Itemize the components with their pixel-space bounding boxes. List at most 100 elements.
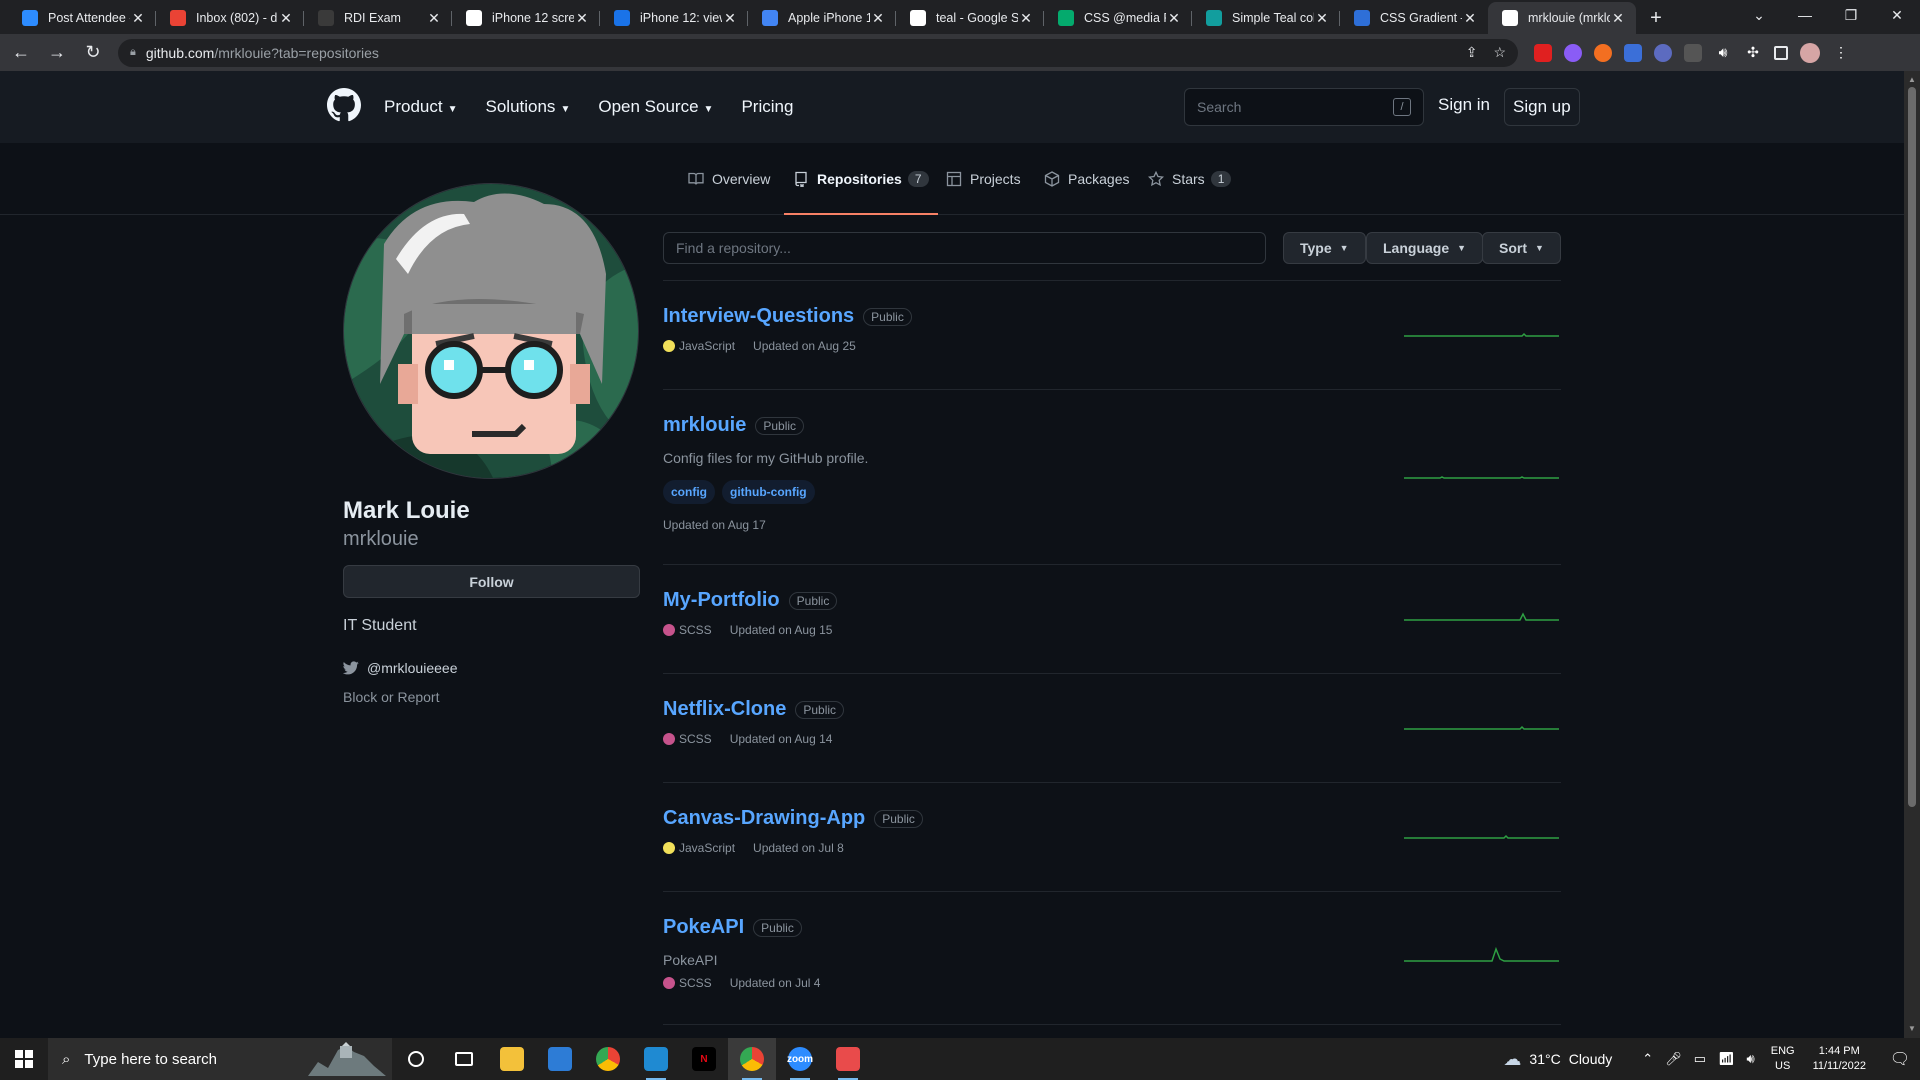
- language-filter-button[interactable]: Language ▼: [1366, 232, 1484, 264]
- nav-item-open-source[interactable]: Open Source ▼: [598, 97, 713, 117]
- tab-stars[interactable]: Stars 1: [1147, 165, 1232, 215]
- repo-name-link[interactable]: Canvas-Drawing-App: [663, 807, 865, 830]
- tab-search-icon[interactable]: ⌄: [1736, 0, 1782, 30]
- search-input[interactable]: Search /: [1184, 88, 1424, 126]
- input-language[interactable]: ENG US: [1771, 1044, 1795, 1074]
- new-tab-button[interactable]: +: [1636, 2, 1676, 34]
- browser-tab[interactable]: Inbox (802) - du ✕: [156, 2, 304, 34]
- close-tab-icon[interactable]: ✕: [1610, 10, 1626, 27]
- bookmark-star-icon[interactable]: ☆: [1493, 44, 1506, 61]
- twitter-link[interactable]: @mrklouieeee: [343, 660, 457, 676]
- chrome-icon[interactable]: [584, 1038, 632, 1080]
- browser-tab[interactable]: RDI Exam ✕: [304, 2, 452, 34]
- nav-item-pricing[interactable]: Pricing: [741, 97, 793, 117]
- chrome-profile-icon[interactable]: [728, 1038, 776, 1080]
- repo-name-link[interactable]: Interview-Questions: [663, 305, 854, 328]
- side-panel-icon[interactable]: [1774, 45, 1788, 60]
- weather-widget[interactable]: ☁︎ 31°C Cloudy: [1503, 1049, 1612, 1070]
- close-tab-icon[interactable]: ✕: [722, 10, 738, 27]
- display-icon[interactable]: ▭: [1694, 1051, 1706, 1067]
- sign-up-button[interactable]: Sign up: [1504, 88, 1580, 126]
- scroll-down-icon[interactable]: ▼: [1904, 1022, 1920, 1036]
- close-tab-icon[interactable]: ✕: [870, 10, 886, 27]
- forward-icon[interactable]: →: [42, 38, 72, 68]
- close-window-icon[interactable]: ✕: [1874, 0, 1920, 30]
- tab-projects[interactable]: Projects: [946, 165, 1021, 215]
- browser-tab[interactable]: iPhone 12: view ✕: [600, 2, 748, 34]
- restore-icon[interactable]: ❐: [1828, 0, 1874, 30]
- topic-tag[interactable]: config: [663, 480, 715, 504]
- chevron-up-icon[interactable]: ⌃: [1642, 1051, 1653, 1067]
- repo-name-link[interactable]: mrklouie: [663, 414, 746, 437]
- minimize-icon[interactable]: —: [1782, 0, 1828, 30]
- scrollbar-thumb[interactable]: [1908, 87, 1916, 807]
- extension-orange-icon[interactable]: [1594, 43, 1612, 62]
- type-filter-button[interactable]: Type ▼: [1283, 232, 1366, 264]
- mail-icon[interactable]: [536, 1038, 584, 1080]
- taskbar-search-input[interactable]: ⌕ Type here to search: [48, 1038, 392, 1080]
- browser-tab[interactable]: teal - Google Se ✕: [896, 2, 1044, 34]
- tab-packages[interactable]: Packages: [1044, 165, 1129, 215]
- browser-tab[interactable]: Post Attendee - ✕: [8, 2, 156, 34]
- share-icon[interactable]: ⇪: [1466, 44, 1478, 61]
- follow-button[interactable]: Follow: [343, 565, 640, 598]
- find-repository-input[interactable]: Find a repository...: [663, 232, 1266, 264]
- browser-tab[interactable]: CSS @media Ru✕: [1044, 2, 1192, 34]
- close-tab-icon[interactable]: ✕: [574, 10, 590, 27]
- more-menu-icon[interactable]: ⋮: [1832, 44, 1850, 62]
- task-view-icon[interactable]: [440, 1038, 488, 1080]
- browser-tab[interactable]: mrklouie (mrklo ✕: [1488, 2, 1636, 34]
- nav-item-product[interactable]: Product ▼: [384, 97, 458, 117]
- repo-name-link[interactable]: PokeAPI: [663, 916, 744, 939]
- notification-icon[interactable]: 🗨︎: [1880, 1049, 1920, 1069]
- browser-tab[interactable]: iPhone 12 scree ✕: [452, 2, 600, 34]
- close-tab-icon[interactable]: ✕: [278, 10, 294, 27]
- browser-tab[interactable]: Simple Teal colo ✕: [1192, 2, 1340, 34]
- close-tab-icon[interactable]: ✕: [1314, 10, 1330, 27]
- topic-tag[interactable]: github-config: [722, 480, 815, 504]
- microphone-icon[interactable]: 🎤︎: [1665, 1051, 1682, 1067]
- repo-name-link[interactable]: Netflix-Clone: [663, 698, 786, 721]
- close-tab-icon[interactable]: ✕: [1462, 10, 1478, 27]
- tab-overview[interactable]: Overview: [688, 165, 770, 215]
- file-explorer-icon[interactable]: [488, 1038, 536, 1080]
- reload-icon[interactable]: ↻: [78, 38, 108, 68]
- browser-tab[interactable]: CSS Gradient —✕: [1340, 2, 1488, 34]
- scroll-up-icon[interactable]: ▲: [1904, 73, 1920, 87]
- sign-in-link[interactable]: Sign in: [1438, 95, 1490, 115]
- tab-repositories[interactable]: Repositories 7: [784, 165, 938, 215]
- lock-icon[interactable]: 🔒︎: [130, 46, 136, 59]
- extension-red-icon[interactable]: [1534, 43, 1552, 62]
- volume-icon[interactable]: 🔊︎: [1747, 1051, 1755, 1067]
- zoom-icon[interactable]: zoom: [776, 1038, 824, 1080]
- avatar[interactable]: [343, 183, 639, 479]
- page-scrollbar[interactable]: ▲ ▼: [1904, 71, 1920, 1038]
- snipping-tool-icon[interactable]: [824, 1038, 872, 1080]
- extension-circle-icon[interactable]: [1654, 43, 1672, 62]
- windows-start-button[interactable]: [0, 1038, 48, 1080]
- netflix-icon[interactable]: N: [680, 1038, 728, 1080]
- cortana-icon[interactable]: [392, 1038, 440, 1080]
- puzzle-icon[interactable]: ✣: [1744, 44, 1762, 62]
- github-logo-icon[interactable]: [327, 88, 361, 122]
- extension-blue-icon[interactable]: [1624, 43, 1642, 62]
- back-icon[interactable]: ←: [6, 38, 36, 68]
- wifi-icon[interactable]: 📶︎: [1718, 1051, 1735, 1067]
- profile-avatar-icon[interactable]: [1800, 42, 1820, 63]
- close-tab-icon[interactable]: ✕: [1018, 10, 1034, 27]
- sort-filter-button[interactable]: Sort ▼: [1482, 232, 1561, 264]
- repo-name-link[interactable]: My-Portfolio: [663, 589, 780, 612]
- nav-item-solutions[interactable]: Solutions ▼: [486, 97, 571, 117]
- address-bar[interactable]: 🔒︎ github.com/mrklouie?tab=repositories …: [118, 38, 1518, 67]
- block-or-report-link[interactable]: Block or Report: [343, 689, 439, 705]
- clock[interactable]: 1:44 PM 11/11/2022: [1813, 1044, 1866, 1074]
- speaker-icon[interactable]: 🔊︎: [1714, 44, 1732, 62]
- close-tab-icon[interactable]: ✕: [426, 10, 442, 27]
- extension-ring-icon[interactable]: [1564, 43, 1582, 62]
- vscode-icon[interactable]: [632, 1038, 680, 1080]
- extension-doc-icon[interactable]: [1684, 43, 1702, 62]
- browser-tab[interactable]: Apple iPhone 1: ✕: [748, 2, 896, 34]
- close-tab-icon[interactable]: ✕: [1166, 10, 1182, 27]
- window-controls: ⌄ — ❐ ✕: [1736, 0, 1920, 32]
- close-tab-icon[interactable]: ✕: [130, 10, 146, 27]
